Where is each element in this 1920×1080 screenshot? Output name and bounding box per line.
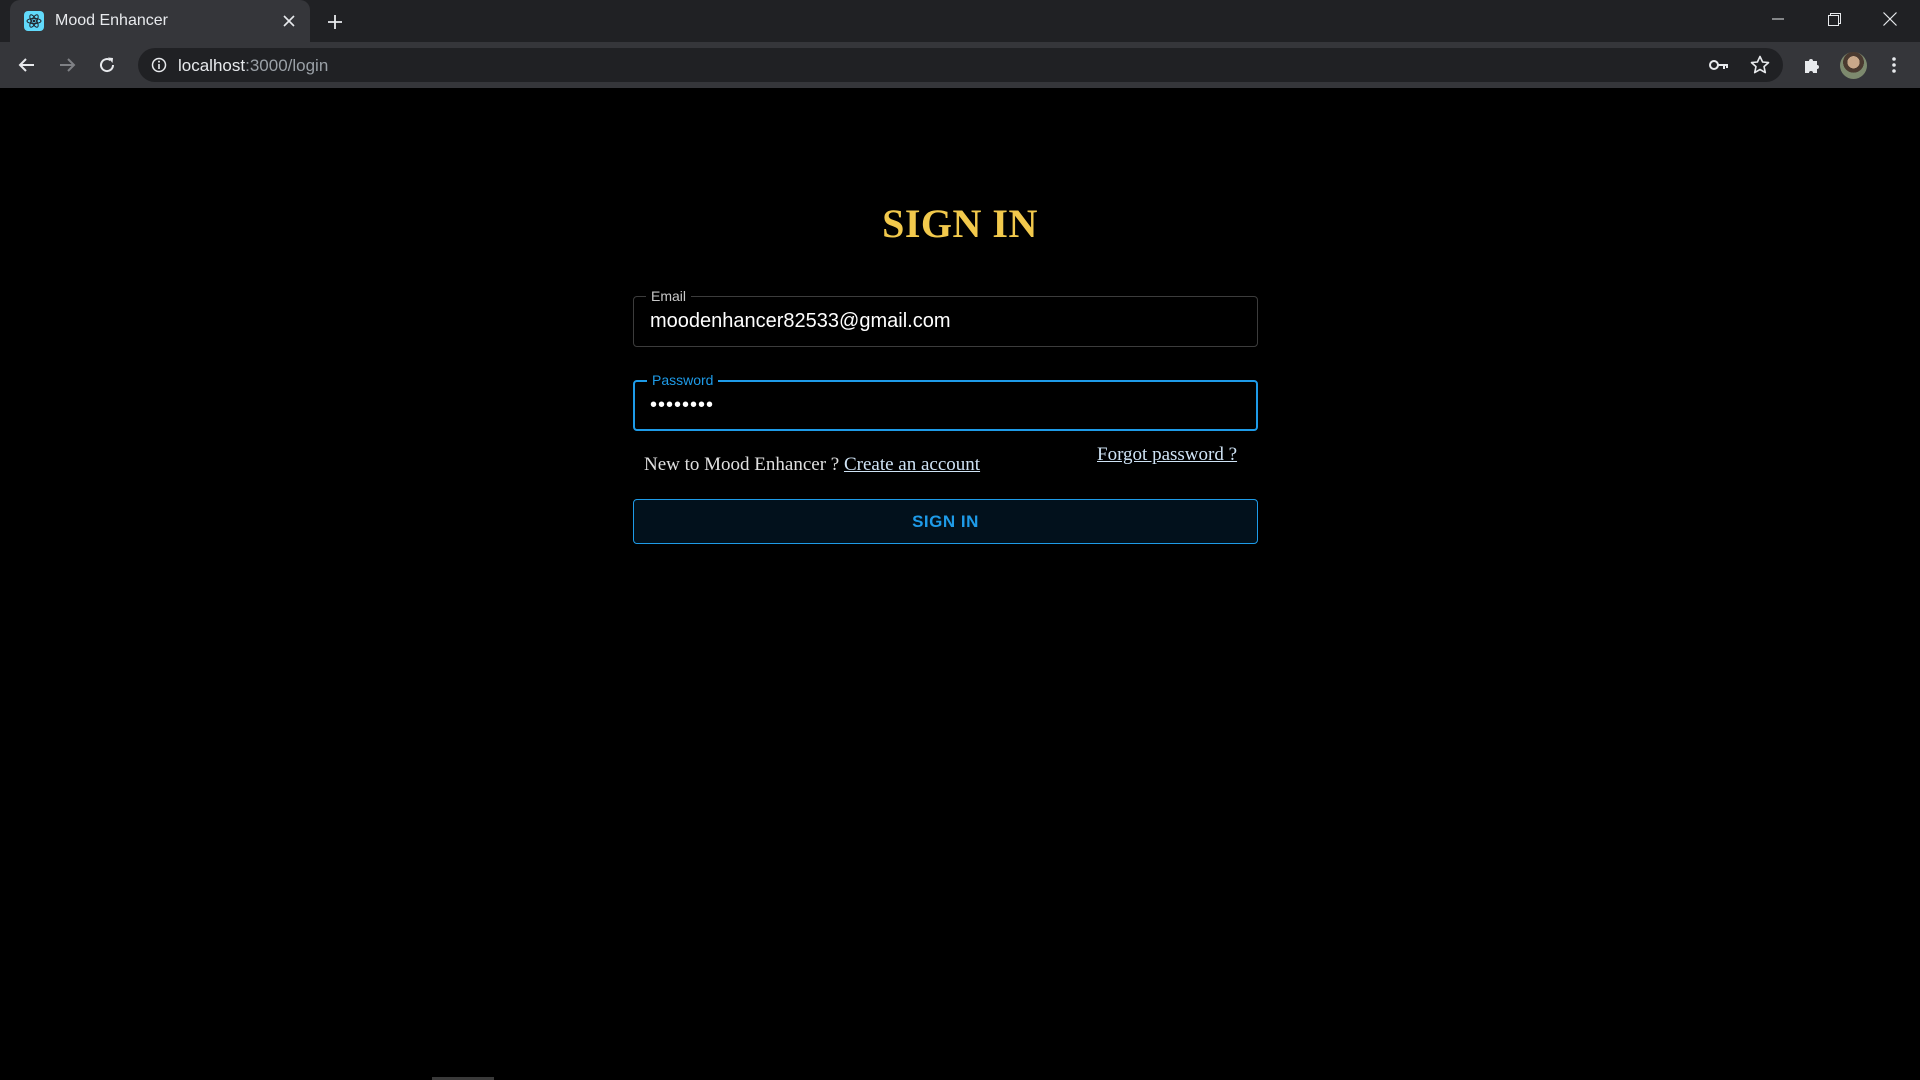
reload-icon[interactable] bbox=[91, 49, 123, 81]
profile-avatar[interactable] bbox=[1840, 52, 1867, 79]
url-host: localhost bbox=[178, 56, 246, 75]
menu-kebab-icon[interactable] bbox=[1878, 49, 1910, 81]
react-logo-icon bbox=[24, 11, 44, 31]
password-label: Password bbox=[647, 371, 719, 389]
browser-tab-bar: Mood Enhancer bbox=[0, 0, 1920, 42]
email-input[interactable]: moodenhancer82533@gmail.com bbox=[650, 310, 950, 333]
login-page: SIGN IN Email moodenhancer82533@gmail.co… bbox=[0, 88, 1920, 1080]
sign-in-button[interactable]: SIGN IN bbox=[633, 499, 1258, 544]
forward-arrow-icon[interactable] bbox=[51, 49, 83, 81]
url-path: :3000/login bbox=[245, 56, 329, 75]
email-label: Email bbox=[646, 287, 692, 305]
close-window-icon[interactable] bbox=[1862, 0, 1918, 38]
extensions-puzzle-icon[interactable] bbox=[1796, 49, 1828, 81]
password-input[interactable]: •••••••• bbox=[650, 394, 714, 417]
address-bar[interactable]: localhost:3000/login bbox=[138, 48, 1783, 82]
create-account-link[interactable]: Create an account bbox=[844, 454, 980, 475]
browser-toolbar: localhost:3000/login bbox=[0, 42, 1920, 88]
browser-tab[interactable]: Mood Enhancer bbox=[10, 0, 310, 42]
tab-title: Mood Enhancer bbox=[55, 12, 168, 29]
minimize-icon[interactable] bbox=[1750, 0, 1806, 38]
bookmark-star-icon[interactable] bbox=[1748, 53, 1772, 77]
new-user-text: New to Mood Enhancer ? bbox=[644, 454, 844, 475]
page-title: SIGN IN bbox=[882, 201, 1038, 246]
key-icon[interactable] bbox=[1708, 54, 1730, 76]
back-arrow-icon[interactable] bbox=[11, 49, 43, 81]
password-field[interactable]: Password •••••••• bbox=[633, 371, 1258, 431]
close-tab-icon[interactable] bbox=[278, 10, 300, 32]
email-field[interactable]: Email moodenhancer82533@gmail.com bbox=[633, 287, 1258, 347]
forgot-password-link[interactable]: Forgot password ? bbox=[1097, 444, 1237, 466]
url-text[interactable]: localhost:3000/login bbox=[178, 56, 328, 76]
site-info-icon[interactable] bbox=[150, 56, 168, 74]
restore-icon[interactable] bbox=[1806, 0, 1862, 38]
new-tab-plus-icon[interactable] bbox=[322, 9, 348, 35]
new-user-prompt: New to Mood Enhancer ? Create an account bbox=[644, 454, 980, 476]
